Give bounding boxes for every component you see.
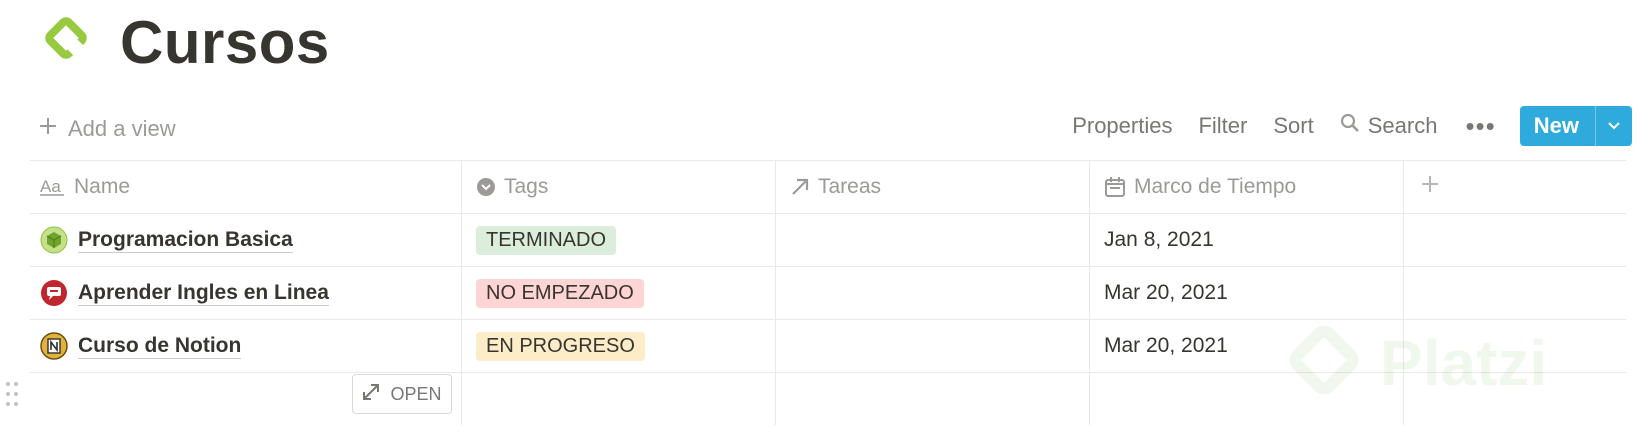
column-header-label: Marco de Tiempo xyxy=(1134,175,1297,198)
column-header-label: Tags xyxy=(504,175,549,198)
green-cube-icon[interactable] xyxy=(40,226,68,254)
properties-button[interactable]: Properties xyxy=(1072,113,1172,139)
open-row-button[interactable]: OPEN xyxy=(352,374,452,414)
platzi-watermark-icon xyxy=(1286,322,1362,403)
sort-button[interactable]: Sort xyxy=(1273,113,1313,139)
row-title[interactable]: Aprender Ingles en Linea xyxy=(78,281,329,306)
notion-logo-icon[interactable] xyxy=(40,332,68,360)
date-cell[interactable]: Jan 8, 2021 xyxy=(1090,214,1404,266)
status-tag: TERMINADO xyxy=(476,225,616,255)
tareas-cell[interactable] xyxy=(776,320,1090,372)
row-title[interactable]: Curso de Notion xyxy=(78,334,242,359)
empty-cell xyxy=(1404,214,1626,266)
name-cell[interactable]: Aprender Ingles en Linea xyxy=(30,267,462,319)
date-value: Mar 20, 2021 xyxy=(1104,281,1228,304)
date-cell[interactable]: Mar 20, 2021 xyxy=(1090,267,1404,319)
tags-cell[interactable]: EN PROGRESO xyxy=(462,320,776,372)
chevron-down-icon[interactable] xyxy=(1595,106,1632,146)
new-button[interactable]: New xyxy=(1519,106,1632,146)
date-value: Mar 20, 2021 xyxy=(1104,334,1228,357)
tags-cell[interactable] xyxy=(462,373,776,425)
search-button[interactable]: Search xyxy=(1340,113,1438,139)
platzi-watermark: Platzi xyxy=(1286,322,1547,403)
relation-arrow-icon xyxy=(790,177,810,197)
calendar-icon xyxy=(1104,176,1126,198)
search-icon xyxy=(1340,113,1360,139)
search-label: Search xyxy=(1367,113,1438,138)
drag-handle-icon[interactable] xyxy=(4,380,20,408)
add-view-label: Add a view xyxy=(68,116,176,141)
name-cell[interactable]: Curso de Notion xyxy=(30,320,462,372)
column-header-tareas[interactable]: Tareas xyxy=(776,161,1090,213)
tareas-cell[interactable] xyxy=(776,373,1090,425)
date-value: Jan 8, 2021 xyxy=(1104,228,1214,251)
platzi-watermark-text: Platzi xyxy=(1380,326,1548,399)
toolbar-actions: Properties Filter Sort Search ••• New xyxy=(1072,106,1632,146)
status-tag: NO EMPEZADO xyxy=(476,278,644,308)
red-speech-bubble-icon[interactable] xyxy=(40,279,68,307)
platzi-logo-icon[interactable] xyxy=(44,16,90,62)
page-title[interactable]: Cursos xyxy=(120,8,330,77)
tags-cell[interactable]: NO EMPEZADO xyxy=(462,267,776,319)
add-view-button[interactable]: Add a view xyxy=(38,116,176,142)
tareas-cell[interactable] xyxy=(776,267,1090,319)
row-title[interactable]: Programacion Basica xyxy=(78,228,293,253)
tags-cell[interactable]: TERMINADO xyxy=(462,214,776,266)
database-toolbar: Add a view Properties Filter Sort Search… xyxy=(30,106,1632,156)
add-column-button[interactable] xyxy=(1404,161,1626,213)
plus-icon xyxy=(38,116,58,142)
name-cell[interactable]: Programacion Basica xyxy=(30,214,462,266)
empty-cell xyxy=(1404,267,1626,319)
column-header-label: Tareas xyxy=(818,175,882,198)
column-header-marco-de-tiempo[interactable]: Marco de Tiempo xyxy=(1090,161,1404,213)
open-label: OPEN xyxy=(390,383,442,404)
plus-icon xyxy=(1420,174,1440,200)
select-chevron-icon xyxy=(476,177,496,197)
new-button-label: New xyxy=(1533,113,1579,138)
table-row: Programacion Basica TERMINADO Jan 8, 202… xyxy=(30,214,1626,267)
status-tag: EN PROGRESO xyxy=(476,331,645,361)
table-header: Aa Name Tags Tareas Marco de Tiempo xyxy=(30,160,1626,214)
svg-text:Aa: Aa xyxy=(40,177,61,196)
filter-button[interactable]: Filter xyxy=(1198,113,1247,139)
column-header-tags[interactable]: Tags xyxy=(462,161,776,213)
expand-icon xyxy=(362,383,380,406)
tareas-cell[interactable] xyxy=(776,214,1090,266)
text-aa-icon: Aa xyxy=(40,177,66,197)
column-header-name[interactable]: Aa Name xyxy=(30,161,462,213)
more-dots-icon[interactable]: ••• xyxy=(1465,111,1495,142)
table-row: Aprender Ingles en Linea NO EMPEZADO Mar… xyxy=(30,267,1626,320)
column-header-label: Name xyxy=(74,175,131,198)
